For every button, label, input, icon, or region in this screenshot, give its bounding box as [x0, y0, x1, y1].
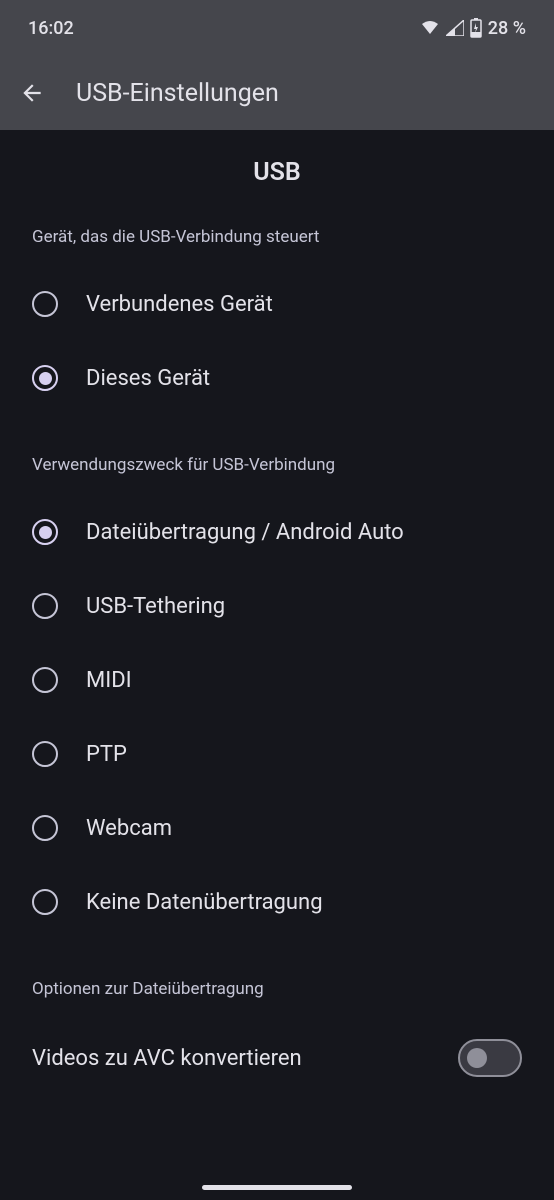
section-usb-controller: Gerät, das die USB-Verbindung steuert Ve…	[0, 227, 554, 415]
battery-icon	[470, 18, 482, 38]
radio-this-device[interactable]: Dieses Gerät	[32, 341, 522, 415]
radio-label: Dateiübertragung / Android Auto	[86, 520, 404, 545]
wifi-icon	[420, 20, 440, 36]
radio-icon	[32, 667, 58, 693]
radio-label: PTP	[86, 742, 127, 767]
radio-icon	[32, 741, 58, 767]
radio-no-data-transfer[interactable]: Keine Datenübertragung	[32, 865, 522, 939]
page-title: USB	[0, 158, 554, 187]
section-label-purpose: Verwendungszweck für USB-Verbindung	[32, 455, 522, 475]
radio-icon	[32, 365, 58, 391]
section-usb-purpose: Verwendungszweck für USB-Verbindung Date…	[0, 455, 554, 939]
status-right: 28 %	[420, 18, 526, 39]
toggle-switch[interactable]	[458, 1039, 522, 1077]
radio-connected-device[interactable]: Verbundenes Gerät	[32, 267, 522, 341]
radio-label: Dieses Gerät	[86, 366, 210, 391]
toggle-label: Videos zu AVC konvertieren	[32, 1046, 302, 1071]
radio-label: Webcam	[86, 816, 172, 841]
signal-icon	[446, 20, 464, 36]
back-button[interactable]	[18, 79, 46, 107]
toggle-thumb	[467, 1048, 487, 1068]
radio-icon	[32, 593, 58, 619]
toggle-row-avc[interactable]: Videos zu AVC konvertieren	[0, 1019, 554, 1077]
nav-bar-handle[interactable]	[202, 1185, 352, 1190]
section-label-controller: Gerät, das die USB-Verbindung steuert	[32, 227, 522, 247]
radio-usb-tethering[interactable]: USB-Tethering	[32, 569, 522, 643]
section-file-transfer-options: Optionen zur Dateiübertragung	[0, 979, 554, 999]
page-header: USB	[0, 130, 554, 227]
radio-icon	[32, 889, 58, 915]
app-bar-title: USB-Einstellungen	[76, 79, 279, 108]
arrow-back-icon	[19, 80, 45, 106]
app-bar: USB-Einstellungen	[0, 56, 554, 130]
radio-file-transfer[interactable]: Dateiübertragung / Android Auto	[32, 495, 522, 569]
status-bar: 16:02 28 %	[0, 0, 554, 56]
section-label-file-options: Optionen zur Dateiübertragung	[32, 979, 522, 999]
radio-ptp[interactable]: PTP	[32, 717, 522, 791]
radio-icon	[32, 815, 58, 841]
radio-icon	[32, 519, 58, 545]
radio-label: Verbundenes Gerät	[86, 292, 273, 317]
radio-icon	[32, 291, 58, 317]
radio-webcam[interactable]: Webcam	[32, 791, 522, 865]
radio-label: USB-Tethering	[86, 594, 225, 619]
radio-midi[interactable]: MIDI	[32, 643, 522, 717]
battery-percent: 28 %	[488, 18, 526, 39]
radio-label: MIDI	[86, 668, 132, 693]
status-time: 16:02	[28, 18, 74, 39]
radio-label: Keine Datenübertragung	[86, 890, 323, 915]
